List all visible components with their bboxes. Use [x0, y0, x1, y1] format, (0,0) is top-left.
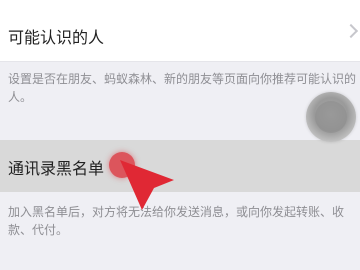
- contacts-blacklist-label: 通讯录黑名单: [8, 159, 105, 178]
- contacts-blacklist-row[interactable]: 通讯录黑名单: [0, 140, 360, 192]
- contacts-blacklist-description: 加入黑名单后，对方将无法给你发送消息，或向你发起转账、收款、代付。: [8, 205, 345, 237]
- chevron-right-icon: [343, 23, 359, 39]
- people-you-may-know-label: 可能认识的人: [8, 28, 105, 47]
- people-you-may-know-description: 设置是否在朋友、蚂蚁森林、新的朋友等页面向你推荐可能认识的人。: [8, 72, 357, 104]
- people-you-may-know-row[interactable]: 可能认识的人: [0, 0, 360, 62]
- assistive-touch-icon[interactable]: [306, 92, 356, 142]
- privacy-settings-screen: 可能认识的人 设置是否在朋友、蚂蚁森林、新的朋友等页面向你推荐可能认识的人。 通…: [0, 0, 360, 270]
- red-pointer-arrow-icon: [120, 160, 174, 210]
